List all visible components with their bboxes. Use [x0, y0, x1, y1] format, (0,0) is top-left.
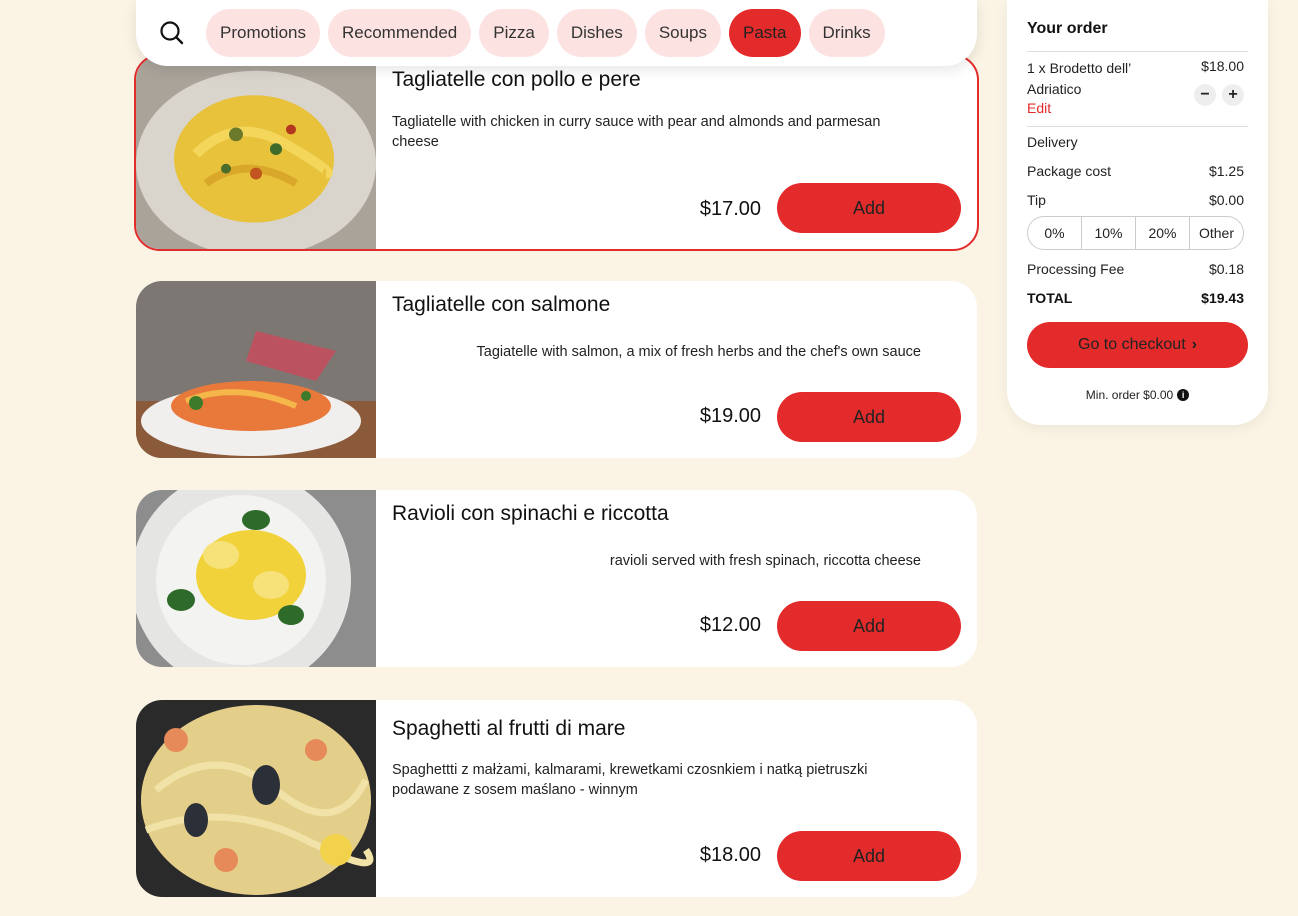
plus-icon[interactable]: +	[1222, 84, 1244, 106]
category-chip-drinks[interactable]: Drinks	[808, 9, 885, 57]
order-title: Your order	[1027, 20, 1108, 37]
product-image	[136, 281, 376, 458]
product-title: Tagliatelle con pollo e pere	[392, 68, 641, 91]
category-chip-dishes[interactable]: Dishes	[556, 9, 637, 57]
fee-row: Processing Fee $0.18	[1027, 254, 1248, 283]
package-label: Package cost	[1027, 162, 1112, 179]
tip-value: $0.00	[1208, 191, 1244, 208]
product-image	[136, 490, 376, 667]
quantity-stepper: − +	[1194, 84, 1244, 106]
total-label: TOTAL	[1027, 289, 1073, 306]
checkout-button[interactable]: Go to checkout ›	[1027, 322, 1248, 368]
fee-label: Processing Fee	[1027, 260, 1125, 277]
category-bar: Promotions Recommended Pizza Dishes Soup…	[136, 0, 977, 66]
category-chip-pasta[interactable]: Pasta	[729, 9, 801, 57]
category-chip-promotions[interactable]: Promotions	[206, 9, 320, 57]
product-body: Spaghetti al frutti di mare Spaghettti z…	[392, 700, 961, 897]
tip-option-other[interactable]: Other	[1190, 217, 1243, 249]
product-price: $17.00	[699, 198, 761, 220]
tip-label: Tip	[1027, 191, 1046, 208]
minus-icon[interactable]: −	[1194, 84, 1216, 106]
product-price: $12.00	[699, 614, 761, 636]
product-card[interactable]: Spaghetti al frutti di mare Spaghettti z…	[136, 700, 977, 897]
category-chip-recommended[interactable]: Recommended	[327, 9, 472, 57]
package-value: $1.25	[1208, 162, 1244, 179]
package-row: Package cost $1.25	[1027, 156, 1248, 185]
product-price: $19.00	[699, 405, 761, 427]
fee-value: $0.18	[1208, 260, 1244, 277]
chevron-right-icon: ›	[1191, 336, 1197, 353]
product-title: Tagliatelle con salmone	[392, 293, 611, 316]
product-image	[136, 56, 376, 249]
delivery-label: Delivery	[1027, 133, 1078, 150]
tip-selector: 0% 10% 20% Other	[1027, 216, 1244, 250]
product-body: Tagliatelle con pollo e pere Tagliatelle…	[392, 56, 961, 249]
product-title: Spaghetti al frutti di mare	[392, 717, 626, 740]
search-icon[interactable]	[158, 19, 186, 47]
add-button[interactable]: Add	[777, 601, 961, 651]
info-icon[interactable]: i	[1177, 389, 1190, 401]
order-item: 1 x Brodetto dell’ Adriatico $18.00 Edit…	[1027, 52, 1248, 126]
order-panel: Your order 1 x Brodetto dell’ Adriatico …	[1007, 0, 1268, 425]
delivery-row: Delivery	[1027, 127, 1248, 156]
product-title: Ravioli con spinachi e riccotta	[392, 502, 669, 525]
category-chip-soups[interactable]: Soups	[644, 9, 722, 57]
total-value: $19.43	[1201, 289, 1244, 306]
category-chip-pizza[interactable]: Pizza	[479, 9, 549, 57]
product-description: Tagliatelle with chicken in curry sauce …	[392, 114, 881, 150]
product-description: Tagiatelle with salmon, a mix of fresh h…	[476, 344, 921, 360]
tip-option-10[interactable]: 10%	[1082, 217, 1136, 249]
checkout-label: Go to checkout	[1078, 336, 1186, 353]
order-item-name: 1 x Brodetto dell’ Adriatico	[1027, 60, 1131, 97]
add-button[interactable]: Add	[777, 183, 961, 233]
product-description: ravioli served with fresh spinach, ricco…	[609, 553, 921, 569]
product-description: Spaghettti z małżami, kalmarami, krewetk…	[392, 762, 868, 798]
product-card[interactable]: Tagliatelle con salmone Tagiatelle with …	[136, 281, 977, 458]
tip-row: Tip $0.00	[1027, 185, 1248, 214]
min-order-note: Min. order $0.00 i	[1027, 388, 1248, 402]
product-image	[136, 700, 376, 897]
order-item-price: $18.00	[1201, 58, 1244, 74]
product-card[interactable]: Ravioli con spinachi e riccotta ravioli …	[136, 490, 977, 667]
product-card[interactable]: Tagliatelle con pollo e pere Tagliatelle…	[134, 54, 979, 251]
min-order-text: Min. order $0.00	[1085, 388, 1174, 402]
product-body: Tagliatelle con salmone Tagiatelle with …	[392, 281, 961, 458]
add-button[interactable]: Add	[777, 831, 961, 881]
add-button[interactable]: Add	[777, 392, 961, 442]
edit-link[interactable]: Edit	[1027, 100, 1051, 116]
product-body: Ravioli con spinachi e riccotta ravioli …	[392, 490, 961, 667]
tip-option-0[interactable]: 0%	[1028, 217, 1082, 249]
tip-option-20[interactable]: 20%	[1136, 217, 1190, 249]
total-row: TOTAL $19.43	[1027, 283, 1248, 312]
product-price: $18.00	[699, 844, 761, 866]
